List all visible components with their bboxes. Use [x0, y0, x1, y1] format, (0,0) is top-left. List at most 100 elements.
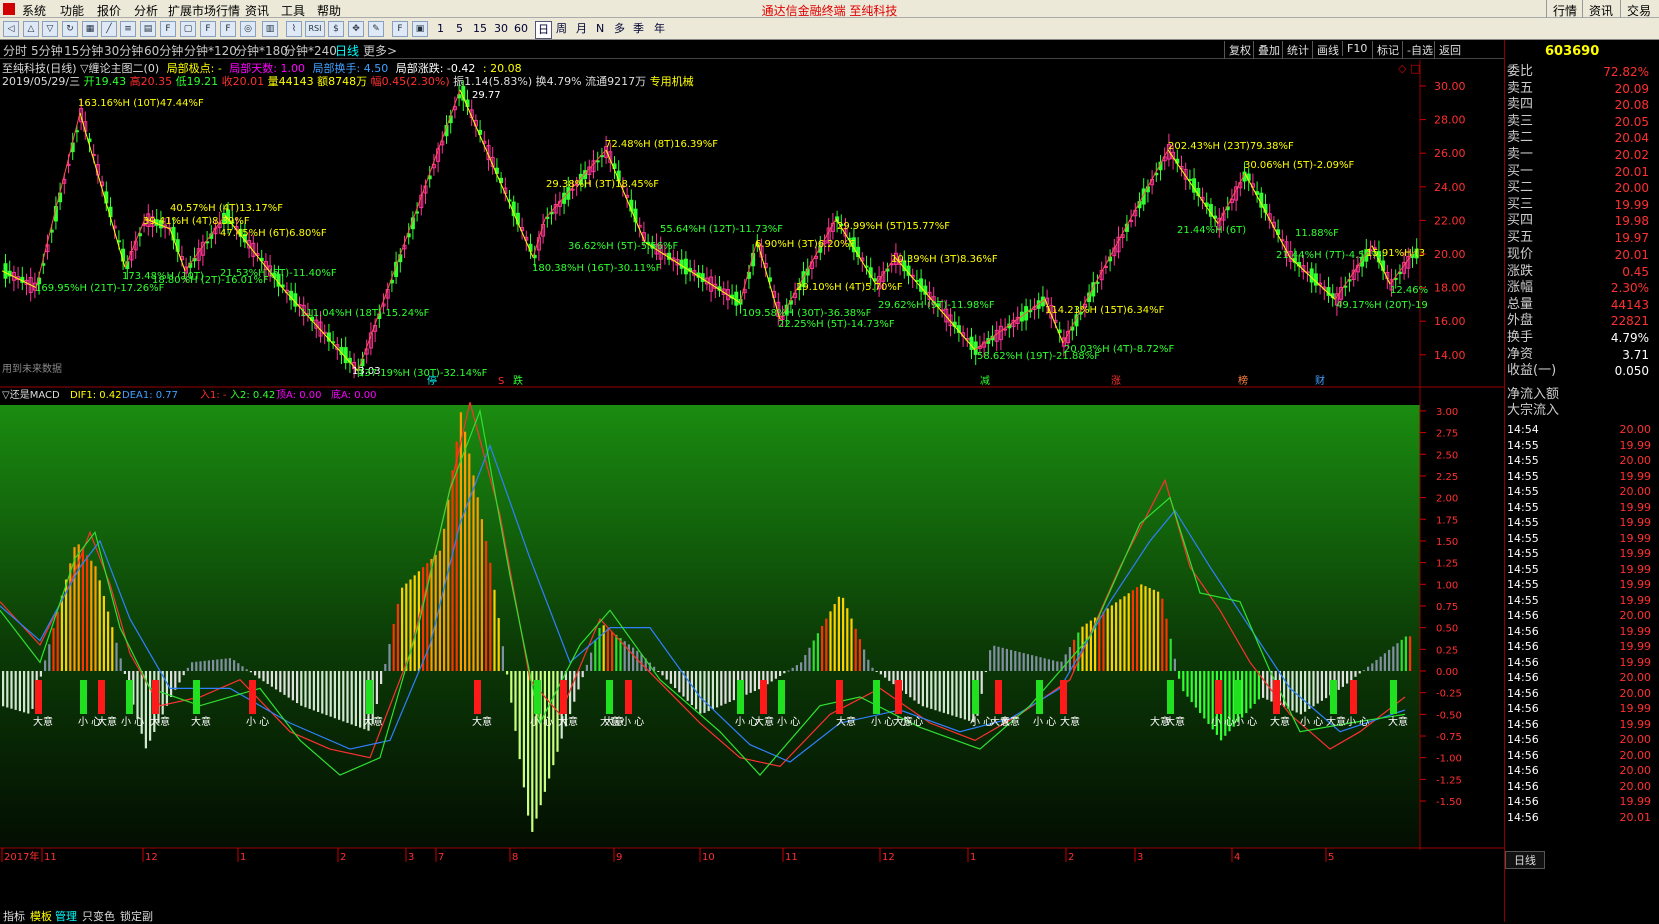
bottom-tab-daily[interactable]: 日线 — [1505, 851, 1545, 869]
kline-chart[interactable]: 163.16%H (10T)47.44%F 169.95%H (21T)-17.2… — [0, 0, 1504, 922]
tick-price: 20.01 — [1619, 810, 1652, 824]
macd-bar — [699, 671, 702, 714]
macd-bar — [1123, 596, 1126, 671]
zigzag-segment — [35, 112, 81, 288]
macd-tick-label: 0.50 — [1436, 624, 1458, 635]
macd-bar — [1362, 670, 1365, 672]
quote-row-value: 22821 — [1610, 314, 1649, 328]
price-tick-label: 24.00 — [1434, 181, 1466, 194]
macd-bar — [501, 646, 504, 671]
macd-bar — [598, 627, 601, 671]
macd-bar — [1115, 602, 1118, 671]
macd-bar — [1375, 660, 1378, 671]
quote-row-label: 卖一 — [1507, 147, 1534, 162]
macd-bar — [1245, 671, 1248, 714]
quote-row-label: 买三 — [1507, 197, 1534, 212]
event-tag[interactable]: 跌 — [513, 374, 523, 387]
tick-row: 14:56 20.00 — [1507, 763, 1657, 779]
signal-marker — [152, 680, 159, 714]
macd-bar — [1161, 598, 1164, 671]
candle-body — [293, 293, 298, 307]
signal-marker — [366, 680, 373, 714]
quote-row: 总量 44143 — [1507, 297, 1657, 313]
swing-label: 109.58%H (30T)-36.38%F — [742, 308, 872, 319]
zigzag-segment — [1217, 173, 1246, 224]
tick-row: 14:56 19.99 — [1507, 639, 1657, 655]
tab-quote[interactable]: 行情 — [1546, 0, 1583, 18]
macd-bar — [2, 671, 5, 707]
tick-price: 20.00 — [1619, 733, 1652, 746]
event-tag[interactable]: 榜 — [1238, 374, 1248, 387]
macd-bar — [632, 647, 635, 671]
macd-bar — [506, 671, 509, 675]
macd-bar — [913, 671, 916, 701]
signal-label: 大意 — [191, 715, 211, 728]
macd-bar — [829, 611, 832, 671]
macd-bar — [430, 558, 433, 671]
signal-marker — [1390, 680, 1397, 714]
macd-bar — [1014, 650, 1017, 671]
tab-trade[interactable]: 交易 — [1620, 0, 1657, 18]
macd-bar — [178, 671, 181, 683]
macd-title[interactable]: ▽还是MACD — [2, 389, 60, 401]
signal-marker — [126, 680, 133, 714]
macd-tick-label: -1.00 — [1436, 754, 1462, 765]
tick-price: 19.99 — [1619, 438, 1652, 452]
macd-bar — [60, 595, 63, 671]
macd-bar — [854, 628, 857, 671]
signal-marker — [737, 680, 744, 714]
macd-background — [0, 405, 1420, 848]
quote-row-value: 44143 — [1610, 298, 1649, 312]
macd-bar — [720, 671, 723, 706]
macd-bar — [1043, 658, 1046, 671]
macd-bar — [44, 660, 47, 671]
macd-bar — [686, 671, 689, 701]
signal-label: 小 心 — [530, 716, 553, 728]
macd-bar — [875, 671, 878, 672]
macd-bar — [1131, 590, 1134, 671]
signal-marker — [193, 680, 200, 714]
signal-marker — [534, 680, 541, 714]
macd-bar — [959, 671, 962, 719]
macd-tick-label: 2.75 — [1436, 429, 1458, 440]
macd-bar — [774, 671, 777, 679]
macd-bar — [657, 671, 660, 672]
macd-bar — [216, 659, 219, 671]
event-tag[interactable]: 财 — [1315, 374, 1325, 387]
macd-bar — [199, 661, 202, 671]
price-axis: 30.00 28.00 26.00 24.00 22.00 20.00 18.00 16.00… — [1420, 80, 1466, 362]
macd-bar — [1396, 643, 1399, 671]
macd-bar — [207, 660, 210, 671]
macd-bar — [871, 667, 874, 671]
macd-bar — [770, 671, 773, 682]
event-tag[interactable]: S — [498, 376, 504, 387]
macd-bar — [325, 671, 328, 716]
macd-bar — [1148, 588, 1151, 671]
tick-price: 19.99 — [1619, 702, 1652, 715]
macd-bar — [14, 671, 17, 710]
quote-row-value: 19.98 — [1614, 214, 1649, 228]
macd-bar — [480, 519, 483, 671]
signal-marker — [1350, 680, 1357, 714]
candle-body — [3, 263, 8, 279]
macd-bar — [1110, 605, 1113, 671]
tick-row: 14:55 20.00 — [1507, 453, 1657, 469]
signal-marker — [35, 680, 42, 714]
zigzag-segment — [79, 112, 126, 268]
signal-marker — [895, 680, 902, 714]
tick-price: 19.99 — [1619, 717, 1652, 731]
tick-price: 19.99 — [1619, 593, 1652, 607]
tick-price: 20.00 — [1619, 609, 1652, 622]
event-tag[interactable]: 停 — [427, 374, 437, 387]
panel-control-icon[interactable]: ◇ □ — [1398, 62, 1420, 75]
event-tag[interactable]: 涨 — [1111, 375, 1121, 387]
macd-bar — [86, 555, 89, 671]
macd-bar — [266, 671, 269, 684]
event-tag[interactable]: 减 — [980, 375, 990, 387]
macd-bar — [787, 670, 790, 672]
quote-row-value: 0.45 — [1622, 265, 1649, 279]
tab-news[interactable]: 资讯 — [1582, 0, 1619, 18]
macd-bar — [1388, 649, 1391, 671]
macd-bar — [459, 412, 462, 671]
quote-row-value: 4.79% — [1610, 331, 1649, 345]
